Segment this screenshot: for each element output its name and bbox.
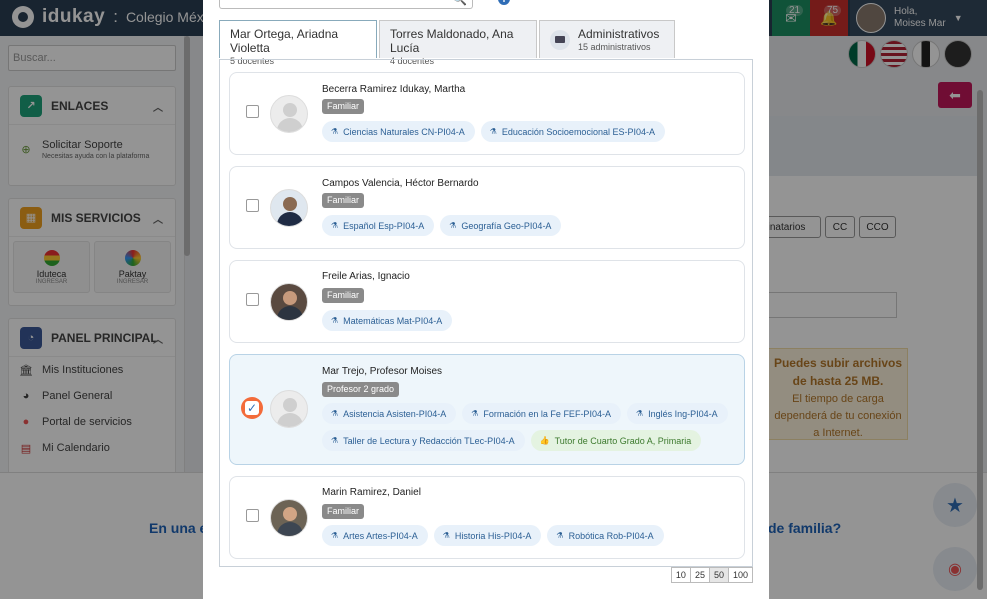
list-item[interactable]: Freile Arias, Ignacio Familiar ⚗ Matemáti… bbox=[229, 260, 745, 343]
page-size-50[interactable]: 50 bbox=[708, 567, 729, 583]
search-icon[interactable]: 🔍 bbox=[452, 0, 467, 6]
tutor-chip: 👍 Tutor de Cuarto Grado A, Primaria bbox=[530, 430, 702, 451]
flask-icon: ⚗ bbox=[331, 221, 339, 230]
subject-chip: ⚗ Asistencia Asisten-PI04-A bbox=[322, 403, 457, 424]
flask-icon: ⚗ bbox=[556, 531, 564, 540]
tab-torres-maldonado[interactable]: Torres Maldonado, Ana Lucía 4 docentes bbox=[379, 20, 537, 66]
person-name: Marin Ramirez, Daniel bbox=[322, 487, 421, 498]
modal-search-placeholder: Filtrar bbox=[226, 0, 254, 3]
subject-chip: ⚗ Español Esp-PI04-A bbox=[322, 215, 435, 236]
tab-title: Mar Ortega, Ariadna Violetta bbox=[230, 27, 339, 55]
flask-icon: ⚗ bbox=[489, 127, 497, 136]
info-icon[interactable]: i bbox=[498, 0, 510, 5]
subject-chip: ⚗ Educación Socioemocional ES-PI04-A bbox=[480, 121, 665, 142]
subject-chip: ⚗ Geografía Geo-PI04-A bbox=[440, 215, 562, 236]
subject-chip: ⚗ Formación en la Fe FEF-PI04-A bbox=[462, 403, 621, 424]
select-checkbox[interactable] bbox=[246, 199, 259, 212]
subject-chip: ⚗ Robótica Rob-PI04-A bbox=[547, 525, 664, 546]
person-name: Freile Arias, Ignacio bbox=[322, 271, 410, 282]
list-item[interactable]: ✓ Mar Trejo, Profesor Moises Profesor 2 … bbox=[229, 354, 745, 465]
subject-chip: ⚗ Artes Artes-PI04-A bbox=[322, 525, 428, 546]
list-item[interactable]: Campos Valencia, Héctor Bernardo Familia… bbox=[229, 166, 745, 249]
page-size-100[interactable]: 100 bbox=[727, 567, 753, 583]
list-item[interactable]: Becerra Ramirez Idukay, Martha Familiar … bbox=[229, 72, 745, 155]
role-badge: Familiar bbox=[322, 504, 365, 519]
subject-chip: ⚗ Taller de Lectura y Redacción TLec-PI04… bbox=[322, 430, 525, 451]
person-name: Becerra Ramirez Idukay, Martha bbox=[322, 84, 466, 95]
recipients-modal: Filtrar 🔍 i Mar Ortega, Ariadna Violetta… bbox=[203, 0, 769, 599]
page-size-10[interactable]: 10 bbox=[670, 567, 691, 583]
flask-icon: ⚗ bbox=[635, 409, 644, 418]
check-icon: ✓ bbox=[245, 401, 259, 415]
flask-icon: ⚗ bbox=[331, 316, 339, 325]
role-badge: Profesor 2 grado bbox=[322, 382, 400, 397]
person-name: Mar Trejo, Profesor Moises bbox=[322, 366, 443, 377]
role-badge: Familiar bbox=[322, 193, 365, 208]
tab-administrativos[interactable]: Administrativos 15 administrativos bbox=[539, 20, 675, 58]
select-checkbox[interactable] bbox=[246, 293, 259, 306]
subject-chip: ⚗ Historia His-PI04-A bbox=[433, 525, 542, 546]
avatar bbox=[270, 95, 308, 133]
list-item[interactable]: Marin Ramirez, Daniel Familiar ⚗ Artes Ar… bbox=[229, 476, 745, 559]
avatar bbox=[270, 390, 308, 428]
thumbs-up-icon: 👍 bbox=[539, 436, 550, 445]
tab-title: Administrativos bbox=[578, 27, 660, 41]
page-size-25[interactable]: 25 bbox=[689, 567, 710, 583]
tab-title: Torres Maldonado, Ana Lucía bbox=[390, 27, 514, 55]
tab-sub: 15 administrativos bbox=[578, 42, 651, 52]
flask-icon: ⚗ bbox=[331, 436, 339, 445]
role-badge: Familiar bbox=[322, 288, 365, 303]
select-checkbox-checked[interactable]: ✓ bbox=[241, 397, 263, 419]
flask-icon: ⚗ bbox=[331, 531, 339, 540]
select-checkbox[interactable] bbox=[246, 105, 259, 118]
role-badge: Familiar bbox=[322, 99, 365, 114]
flask-icon: ⚗ bbox=[331, 127, 339, 136]
subject-chip: ⚗ Ciencias Naturales CN-PI04-A bbox=[322, 121, 475, 142]
people-list: Becerra Ramirez Idukay, Martha Familiar … bbox=[219, 59, 753, 567]
flask-icon: ⚗ bbox=[331, 409, 339, 418]
flask-icon: ⚗ bbox=[471, 409, 479, 418]
avatar bbox=[270, 283, 308, 321]
flask-icon: ⚗ bbox=[449, 221, 457, 230]
subject-chip: ⚗ Matemáticas Mat-PI04-A bbox=[322, 310, 453, 331]
modal-search-input[interactable]: Filtrar 🔍 bbox=[219, 0, 473, 9]
briefcase-icon bbox=[550, 29, 570, 50]
select-checkbox[interactable] bbox=[246, 509, 259, 522]
avatar bbox=[270, 499, 308, 537]
subject-chip: ⚗ Inglés Ing-PI04-A bbox=[626, 403, 728, 424]
flask-icon: ⚗ bbox=[442, 531, 450, 540]
modal-tabs: Mar Ortega, Ariadna Violetta 5 docentes … bbox=[219, 20, 677, 66]
person-name: Campos Valencia, Héctor Bernardo bbox=[322, 178, 479, 189]
avatar bbox=[270, 189, 308, 227]
page-size-selector: 10 25 50 100 bbox=[670, 567, 753, 583]
tab-mar-ortega[interactable]: Mar Ortega, Ariadna Violetta 5 docentes bbox=[219, 20, 377, 66]
